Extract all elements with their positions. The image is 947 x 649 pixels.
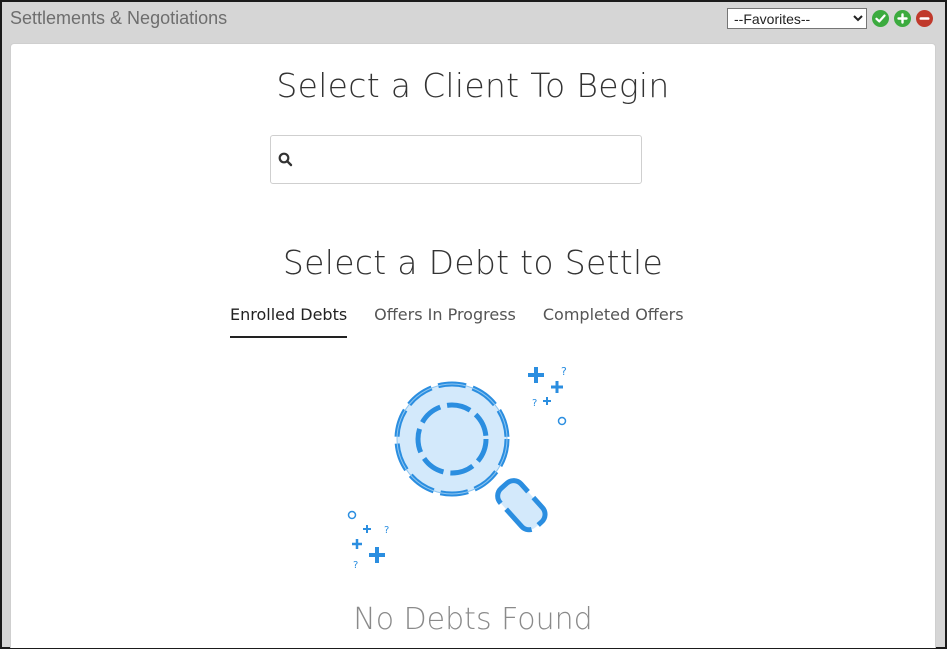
check-icon[interactable] xyxy=(872,10,889,27)
magnifying-glass-icon: ? ? ? ? xyxy=(339,352,579,577)
svg-text:?: ? xyxy=(532,398,537,409)
svg-text:?: ? xyxy=(384,525,389,536)
svg-text:?: ? xyxy=(561,365,567,378)
plus-icon[interactable] xyxy=(894,10,911,27)
client-search-box[interactable] xyxy=(270,135,642,184)
title-bar: Settlements & Negotiations --Favorites-- xyxy=(2,2,945,40)
tab-enrolled-debts[interactable]: Enrolled Debts xyxy=(230,302,348,338)
tab-completed-offers[interactable]: Completed Offers xyxy=(543,302,684,336)
debt-tabs: Enrolled Debts Offers In Progress Comple… xyxy=(230,302,684,338)
search-icon xyxy=(278,152,293,172)
tab-offers-in-progress[interactable]: Offers In Progress xyxy=(374,302,516,336)
empty-state-message: No Debts Found xyxy=(353,602,593,637)
minus-icon[interactable] xyxy=(916,10,933,27)
favorites-select[interactable]: --Favorites-- xyxy=(727,8,867,29)
window-title: Settlements & Negotiations xyxy=(10,8,228,28)
content-panel: Select a Client To Begin Select a Debt t… xyxy=(10,43,936,648)
svg-text:?: ? xyxy=(353,560,358,571)
debt-heading: Select a Debt to Settle xyxy=(282,243,664,282)
app-window: Settlements & Negotiations --Favorites--… xyxy=(0,0,947,649)
client-search-input[interactable] xyxy=(301,137,635,182)
client-heading: Select a Client To Begin xyxy=(276,66,670,105)
